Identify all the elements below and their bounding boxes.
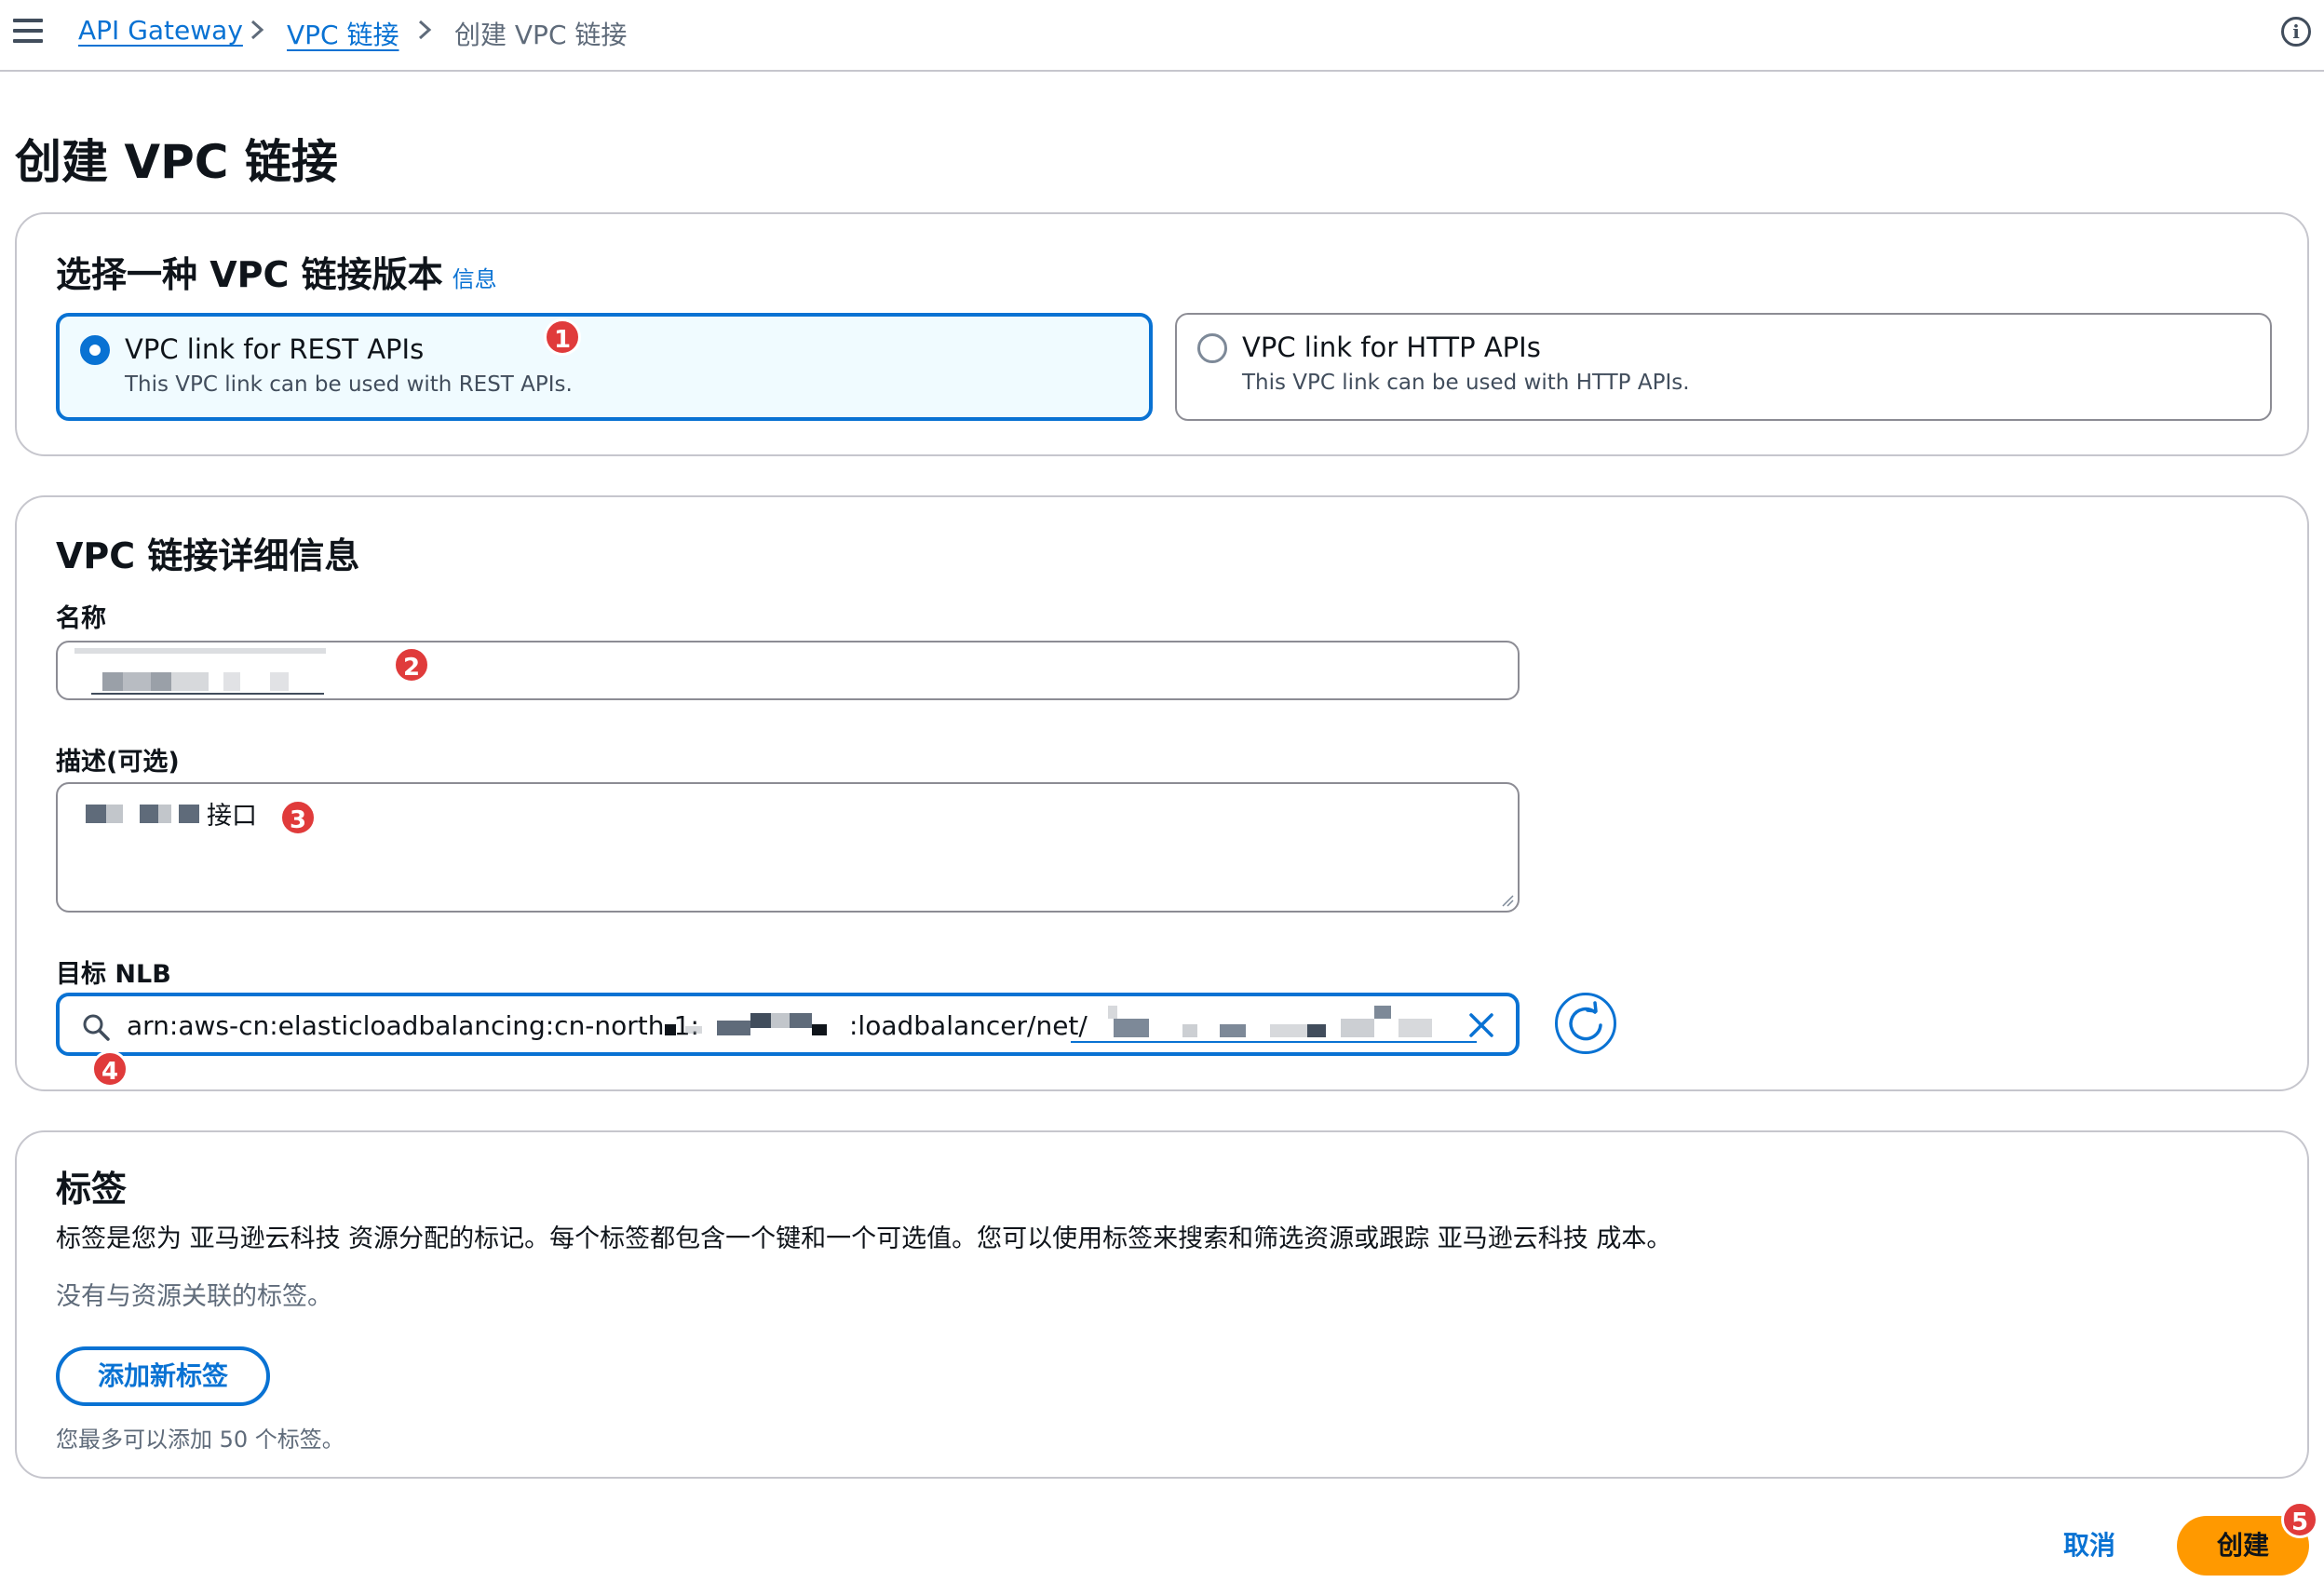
tags-limit-text: 您最多可以添加 50 个标签。 xyxy=(56,1427,345,1453)
breadcrumb-vpc-link[interactable]: VPC 链接 xyxy=(287,15,399,52)
name-input[interactable]: 2 xyxy=(56,641,1520,700)
info-link[interactable]: 信息 xyxy=(453,266,497,292)
option-rest-apis[interactable]: VPC link for REST APIs This VPC link can… xyxy=(56,313,1153,421)
target-nlb-label: 目标 NLB xyxy=(56,960,171,989)
option-http-apis[interactable]: VPC link for HTTP APIs This VPC link can… xyxy=(1175,313,2272,421)
description-textarea[interactable]: 接口 3 xyxy=(56,782,1520,913)
version-section-title-text: 选择一种 VPC 链接版本 xyxy=(56,254,443,295)
breadcrumb-current: 创建 VPC 链接 xyxy=(454,20,628,50)
tags-empty-text: 没有与资源关联的标签。 xyxy=(56,1282,332,1311)
redacted-name xyxy=(74,646,335,695)
target-nlb-prefix: arn:aws-cn:elasticloadbalancing:cn-north… xyxy=(127,1010,699,1041)
option-http-label: VPC link for HTTP APIs xyxy=(1242,331,1541,363)
target-nlb-input[interactable]: arn:aws-cn:elasticloadbalancing:cn-north… xyxy=(56,993,1520,1056)
tags-section-title: 标签 xyxy=(56,1169,128,1210)
tags-card: 标签 标签是您为 亚马逊云科技 资源分配的标记。每个标签都包含一个键和一个可选值… xyxy=(15,1130,2309,1479)
refresh-button[interactable] xyxy=(1555,993,1616,1054)
version-section-title: 选择一种 VPC 链接版本 信息 xyxy=(56,246,497,297)
radio-rest-apis[interactable] xyxy=(80,335,110,365)
redacted-description xyxy=(86,803,207,825)
option-http-description: This VPC link can be used with HTTP APIs… xyxy=(1242,371,1690,395)
description-value: 接口 xyxy=(207,802,257,831)
page-title: 创建 VPC 链接 xyxy=(15,135,338,189)
redacted-nlb-name xyxy=(1071,1006,1477,1047)
breadcrumb-api-gateway[interactable]: API Gateway xyxy=(78,15,243,46)
cancel-button[interactable]: 取消 xyxy=(2063,1525,2115,1562)
description-label: 描述(可选) xyxy=(56,748,180,777)
menu-icon[interactable] xyxy=(13,19,43,45)
close-icon[interactable] xyxy=(1466,1009,1497,1041)
annotation-badge-4: 4 xyxy=(91,1050,128,1088)
search-icon xyxy=(83,1014,110,1041)
details-card: VPC 链接详细信息 名称 2 描述(可选) 接口 3 目标 NLB arn:a… xyxy=(15,495,2309,1091)
info-icon[interactable]: i xyxy=(2281,17,2311,47)
target-nlb-mid: :loadbalancer/net/ xyxy=(849,1010,1088,1041)
top-bar: API Gateway VPC 链接 创建 VPC 链接 i xyxy=(0,0,2324,72)
radio-http-apis[interactable] xyxy=(1197,333,1227,363)
version-card: 选择一种 VPC 链接版本 信息 VPC link for REST APIs T… xyxy=(15,212,2309,456)
annotation-badge-1: 1 xyxy=(544,318,581,356)
tags-description: 标签是您为 亚马逊云科技 资源分配的标记。每个标签都包含一个键和一个可选值。您可… xyxy=(56,1224,1672,1253)
name-label: 名称 xyxy=(56,604,106,633)
redacted-account-id xyxy=(665,1011,851,1037)
refresh-icon xyxy=(1569,1001,1602,1041)
annotation-badge-5: 5 xyxy=(2281,1501,2318,1538)
chevron-right-icon xyxy=(250,20,264,40)
resize-grip-icon[interactable] xyxy=(1501,894,1514,907)
option-rest-description: This VPC link can be used with REST APIs… xyxy=(125,372,573,397)
details-section-title: VPC 链接详细信息 xyxy=(56,535,360,576)
chevron-right-icon xyxy=(418,20,432,40)
option-rest-label: VPC link for REST APIs xyxy=(125,333,425,365)
annotation-badge-2: 2 xyxy=(393,646,430,683)
add-tag-button[interactable]: 添加新标签 xyxy=(56,1346,270,1406)
annotation-badge-3: 3 xyxy=(279,799,317,836)
